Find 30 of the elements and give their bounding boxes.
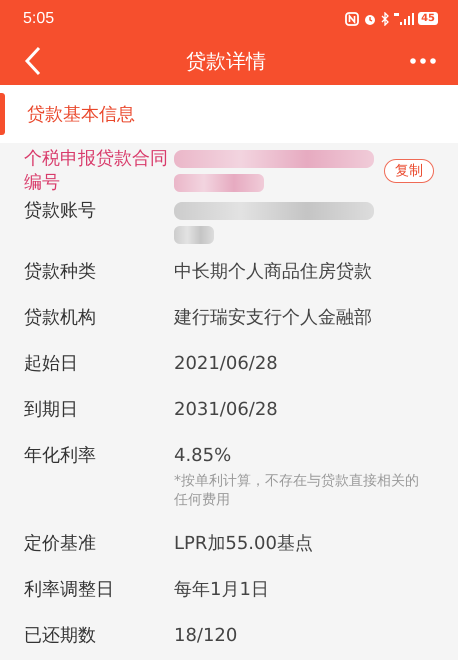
status-time: 5:05 [23,10,54,28]
field-label: 已还期数 [24,624,97,648]
more-icon[interactable] [410,58,436,64]
field-value: 4.85% [174,444,232,468]
section-title: 贷款基本信息 [27,103,135,126]
redacted-value [174,226,214,244]
field-label: 起始日 [24,352,79,376]
field-label: 贷款机构 [24,306,97,330]
nfc-icon [345,12,360,26]
bluetooth-icon [381,12,390,26]
field-label: 定价基准 [24,532,97,556]
field-value: LPR加55.00基点 [174,532,314,556]
field-label: 利率调整日 [24,578,115,602]
signal-icon [394,12,414,26]
field-label: 个税申报贷款合同编号 [24,147,169,195]
field-value: 2031/06/28 [174,398,279,422]
field-label: 到期日 [24,398,79,422]
field-note: *按单利计算，不存在与贷款直接相关的任何费用 [174,472,420,510]
field-value: 中长期个人商品住房贷款 [174,260,373,284]
field-value: 18/120 [174,624,238,648]
page-title: 贷款详情 [186,48,266,74]
battery-level: 45 [418,12,438,25]
back-icon[interactable] [24,46,42,76]
copy-button[interactable]: 复制 [384,159,434,183]
field-label: 贷款种类 [24,260,97,284]
field-label: 贷款账号 [24,199,97,223]
field-value: 2021/06/28 [174,352,279,376]
field-label: 年化利率 [24,444,97,468]
field-value: 每年1月1日 [174,578,270,602]
field-value: 建行瑞安支行个人金融部 [174,306,373,330]
